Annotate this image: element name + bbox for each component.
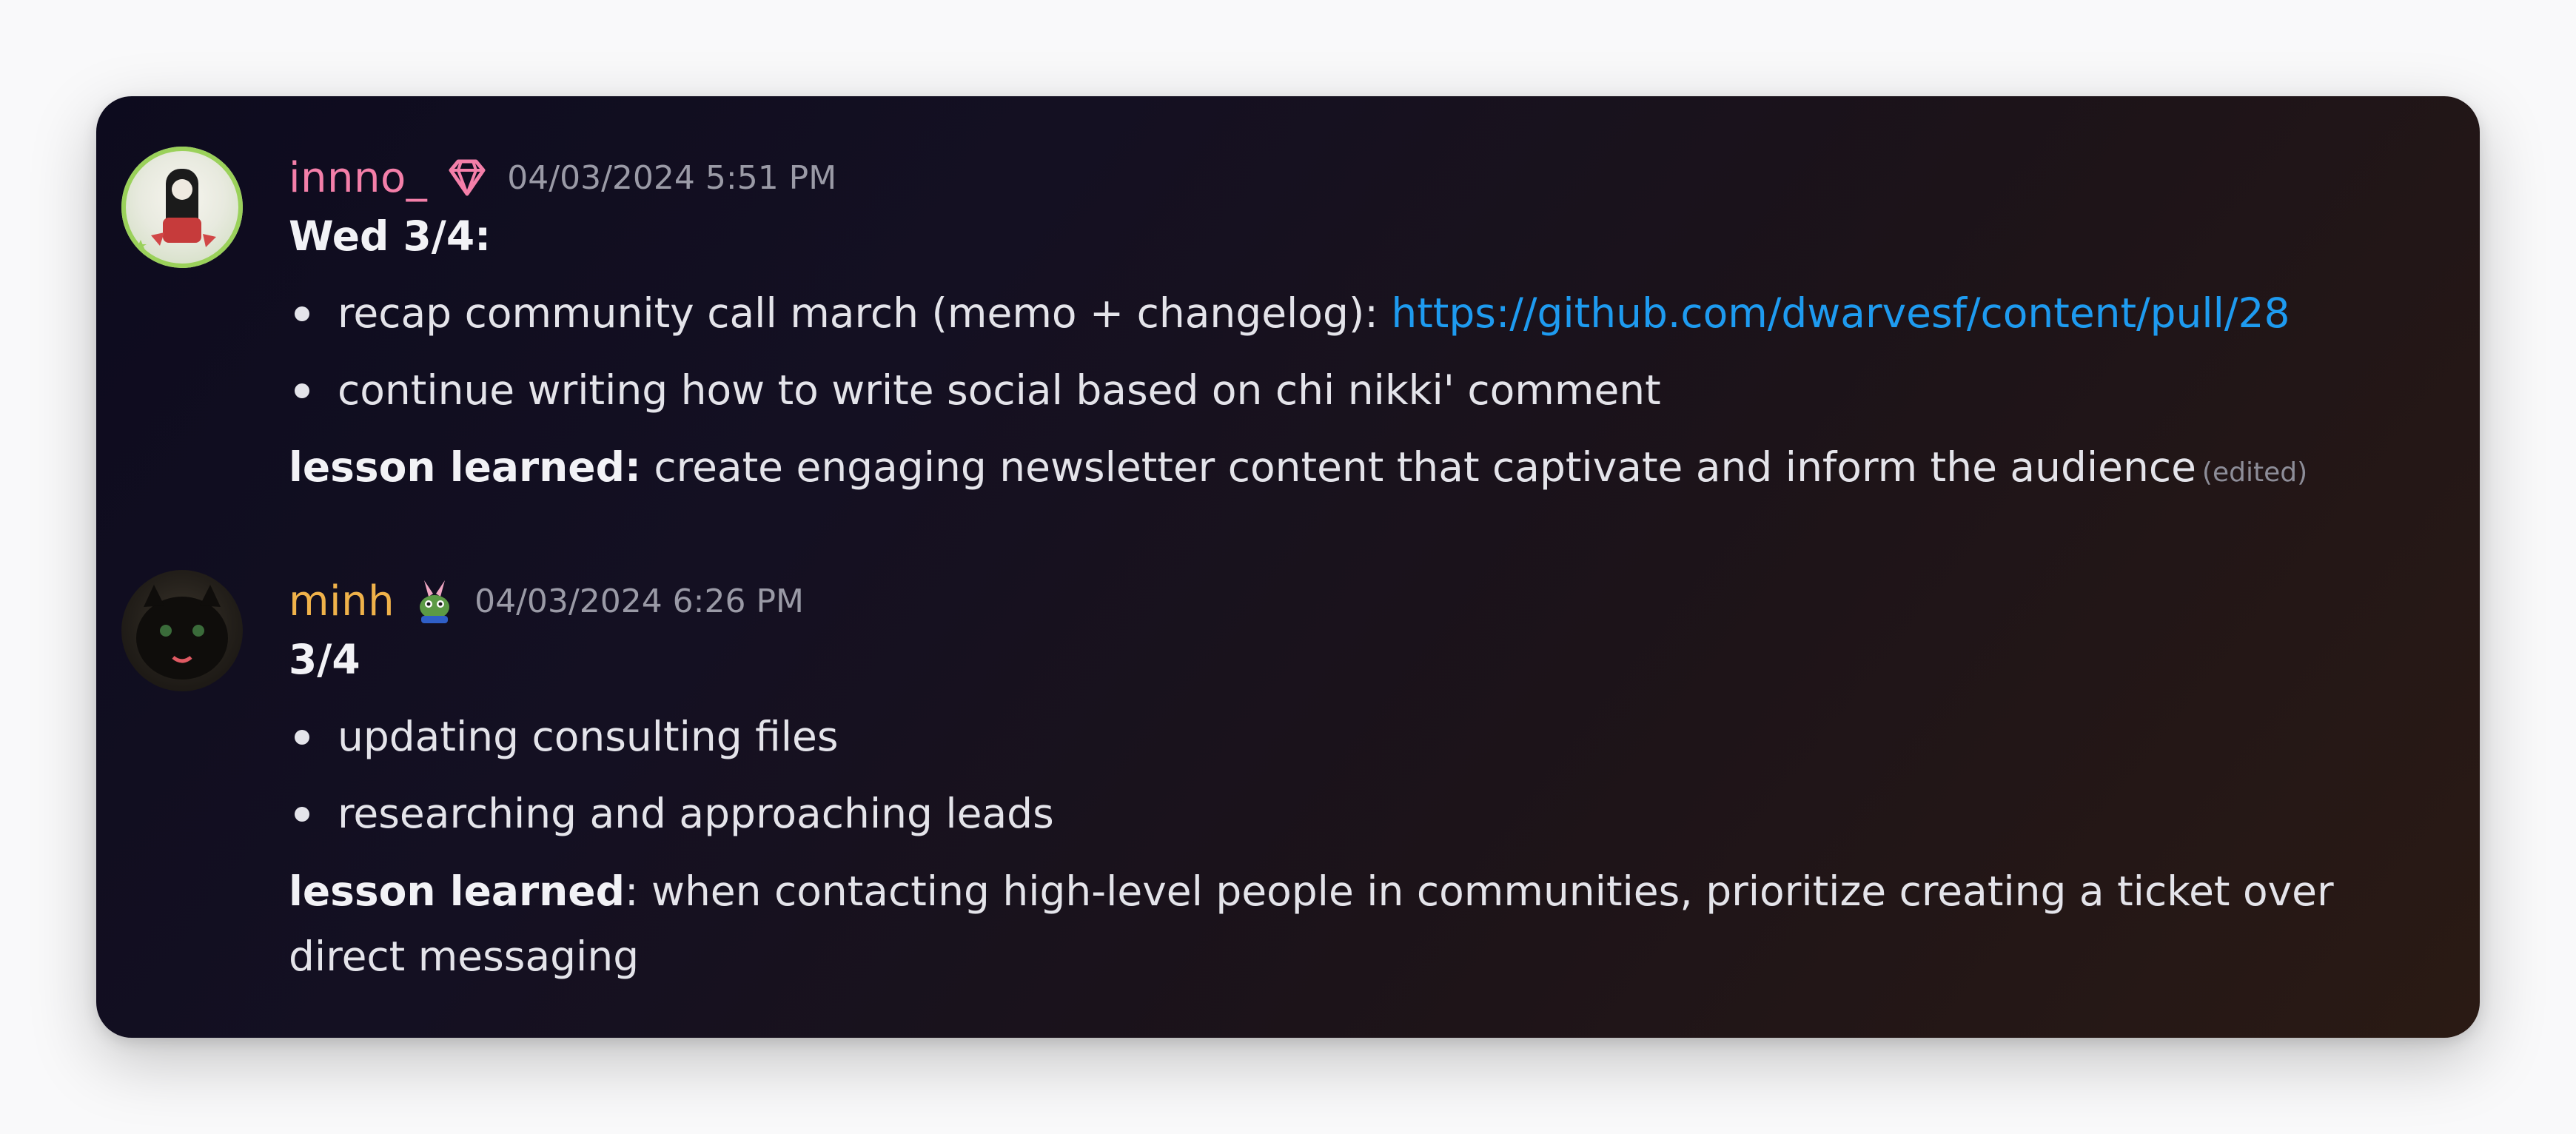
bullet-dot — [295, 807, 309, 822]
message-content: Wed 3/4: recap community call march (mem… — [289, 204, 2406, 505]
edited-label: (edited) — [2201, 457, 2308, 488]
timestamp: 04/03/2024 6:26 PM — [474, 582, 804, 620]
message-header: minh 04/03/2024 6:26 PM — [289, 571, 804, 631]
avatar-minh[interactable] — [121, 570, 243, 691]
username[interactable]: innno_ — [289, 154, 427, 202]
lesson-text: create engaging newsletter content that … — [640, 443, 2196, 491]
lesson-label: lesson learned — [289, 868, 625, 915]
bullet-dot — [295, 730, 309, 745]
list-item-text: researching and approaching leads — [338, 790, 1054, 837]
timestamp: 04/03/2024 5:51 PM — [507, 158, 837, 197]
message-panel: innno_ 04/03/2024 5:51 PM Wed 3/4: recap… — [96, 96, 2480, 1038]
bullet-dot — [295, 306, 309, 321]
list-item-text: recap community call march (memo + chang… — [338, 289, 1392, 337]
message-heading: 3/4 — [289, 636, 360, 683]
message-header: innno_ 04/03/2024 5:51 PM — [289, 148, 836, 207]
list-item: recap community call march (memo + chang… — [289, 281, 2406, 345]
lesson-learned: lesson learned: when contacting high-lev… — [289, 859, 2406, 989]
list-item: continue writing how to write social bas… — [289, 358, 2406, 422]
bullet-dot — [295, 383, 309, 398]
lesson-label: lesson learned: — [289, 443, 641, 491]
message-heading: Wed 3/4: — [289, 212, 492, 260]
list-item: researching and approaching leads — [289, 782, 2406, 845]
list-item-text: updating consulting files — [338, 713, 839, 760]
avatar-innno[interactable] — [121, 147, 243, 268]
username[interactable]: minh — [289, 577, 395, 625]
message-content: 3/4 updating consulting files researchin… — [289, 628, 2406, 989]
diamond-icon — [443, 154, 491, 201]
list-item-text: continue writing how to write social bas… — [338, 366, 1661, 414]
github-link[interactable]: https://github.com/dwarvesf/content/pull… — [1391, 289, 2290, 337]
frog-bunny-icon — [411, 577, 458, 625]
list-item: updating consulting files — [289, 705, 2406, 768]
lesson-learned: lesson learned: create engaging newslett… — [289, 435, 2406, 505]
